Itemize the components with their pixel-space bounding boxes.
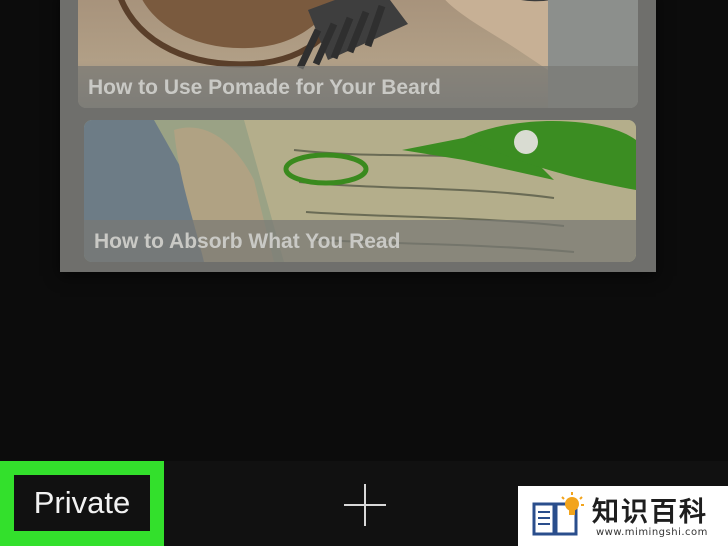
watermark-title: 知识百科 [592,497,708,528]
article-card-absorb[interactable]: How to Absorb What You Read [84,120,636,262]
safari-tab-switcher: How to Use Pomade for Your Beard How to … [0,0,728,546]
plus-icon [344,484,386,526]
tab-preview-card[interactable]: How to Use Pomade for Your Beard How to … [60,0,656,272]
site-watermark: 知识百科 www.mimingshi.com [518,486,728,546]
article-title: How to Use Pomade for Your Beard [88,76,441,99]
book-lightbulb-icon [532,492,584,536]
private-browsing-button[interactable]: Private [14,475,150,531]
new-tab-button[interactable] [340,480,390,530]
article-title: How to Absorb What You Read [94,230,401,253]
article-card-pomade[interactable]: How to Use Pomade for Your Beard [78,0,638,108]
watermark-url: www.mimingshi.com [596,527,708,538]
